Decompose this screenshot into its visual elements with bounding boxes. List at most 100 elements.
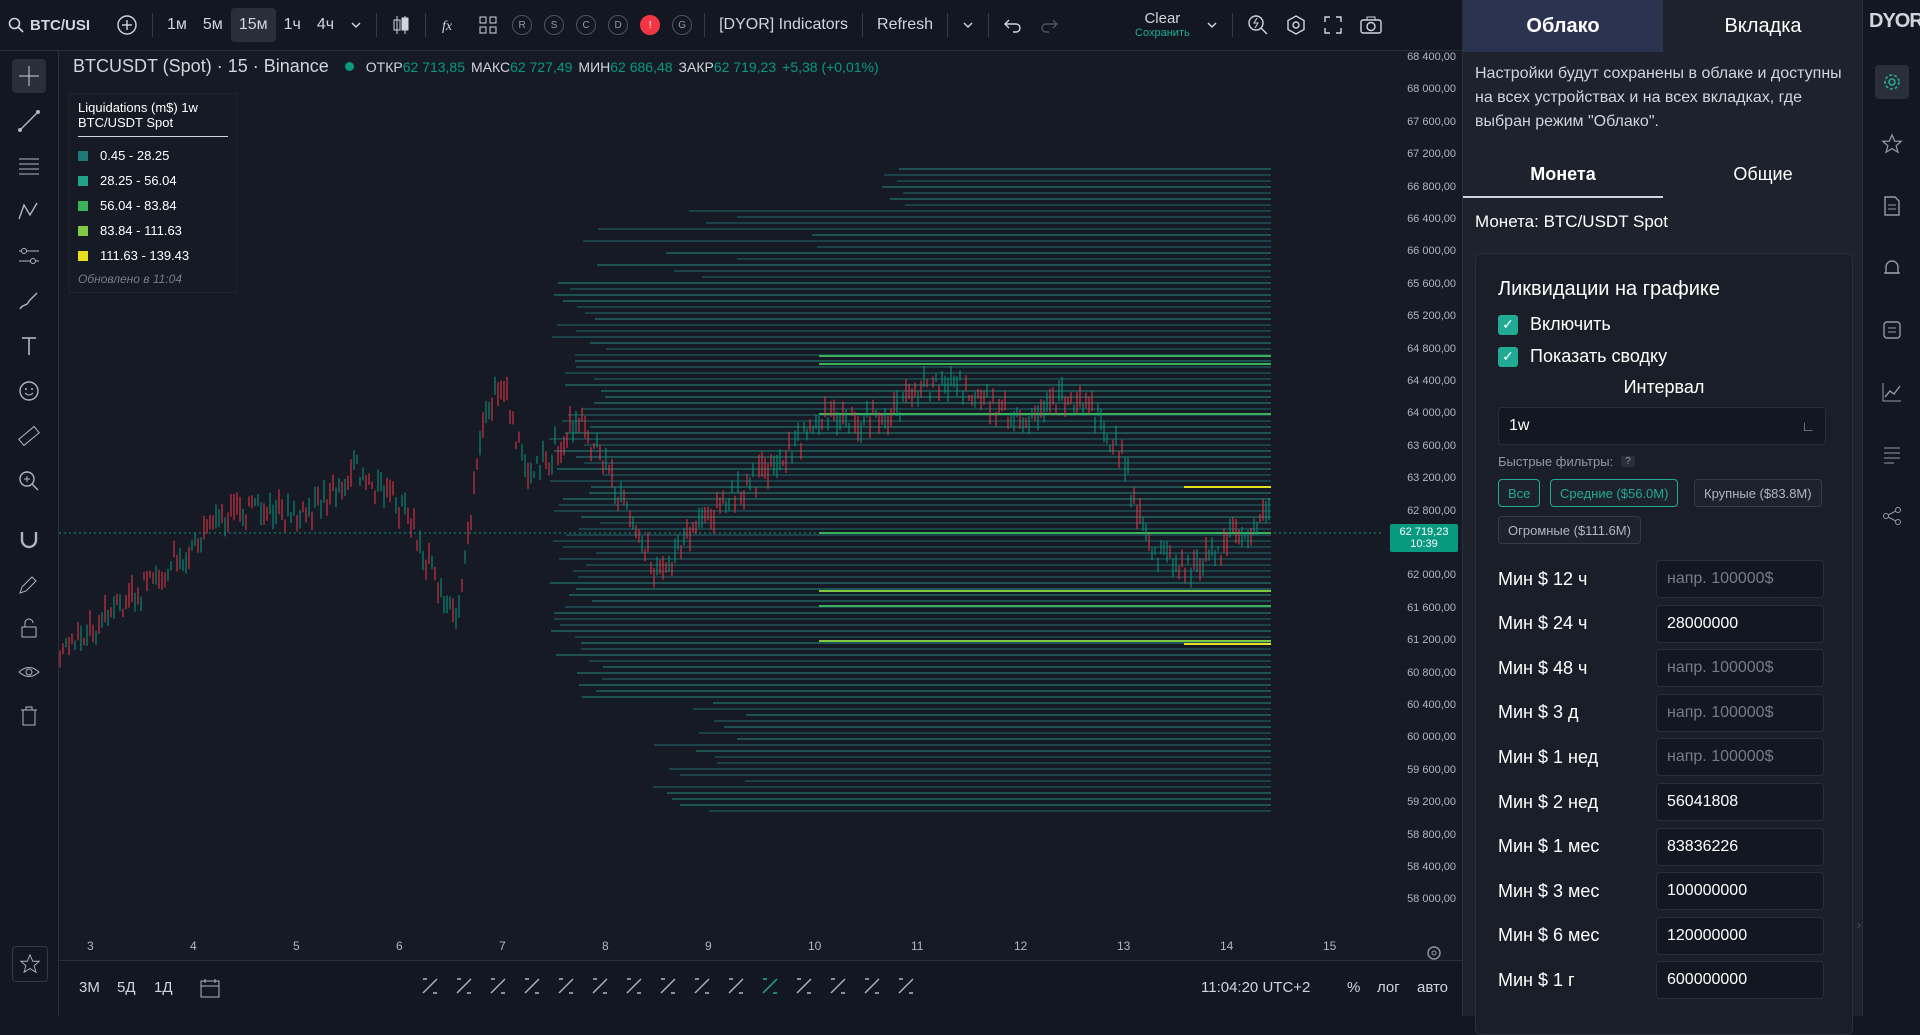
cursor-icon[interactable] — [419, 975, 441, 997]
fullscreen-button[interactable] — [1315, 8, 1351, 42]
ruler-tool[interactable] — [12, 419, 46, 453]
min-amount-input[interactable] — [1656, 604, 1824, 643]
min-amount-input[interactable] — [1656, 872, 1824, 911]
alerts-button[interactable] — [1875, 251, 1909, 285]
chart-type-button[interactable] — [383, 8, 419, 42]
remove-drawings-tool[interactable] — [12, 699, 46, 733]
crosshair-tool[interactable] — [12, 59, 46, 93]
zoom-tool[interactable] — [12, 464, 46, 498]
pattern-tool[interactable] — [12, 194, 46, 228]
fib-icon[interactable] — [691, 975, 713, 997]
auto-toggle[interactable]: авто — [1417, 979, 1448, 996]
rectangle-icon[interactable] — [521, 975, 543, 997]
trendline-tool[interactable] — [12, 104, 46, 138]
chart-pane[interactable]: BTCUSDT (Spot) · 15 · Binance ОТКР 62 71… — [59, 51, 1462, 1016]
time-axis[interactable]: 3 4 5 6 7 8 9 10 11 12 13 14 15 — [59, 931, 1462, 961]
lock-drawing-tool[interactable] — [12, 567, 46, 601]
watchlist-button[interactable] — [1875, 127, 1909, 161]
interval-dropdown[interactable] — [342, 8, 370, 42]
min-amount-input[interactable] — [1656, 961, 1824, 1000]
interval-1m[interactable]: 1м — [159, 8, 195, 42]
show-summary-checkbox[interactable]: ✓ Показать сводку — [1498, 346, 1667, 367]
fib-tool[interactable] — [12, 149, 46, 183]
indicators-fx-button[interactable]: fx — [432, 8, 470, 42]
undo-button[interactable] — [995, 8, 1031, 42]
notes-button[interactable] — [1875, 189, 1909, 223]
interval-select[interactable]: 1w ∟ — [1498, 407, 1826, 445]
tab-local[interactable]: Вкладка — [1663, 0, 1863, 52]
help-icon[interactable]: ? — [1621, 456, 1635, 467]
data-window-button[interactable] — [1875, 313, 1909, 347]
badge-alert[interactable]: ! — [640, 15, 661, 35]
range-3m[interactable]: 3М — [79, 979, 100, 996]
templates-button[interactable] — [470, 8, 506, 42]
clock[interactable]: 11:04:20 UTC+2 — [1201, 979, 1310, 996]
tab-general[interactable]: Общие — [1663, 152, 1863, 196]
screenshot-button[interactable] — [1351, 8, 1391, 42]
quick-search-button[interactable] — [1239, 8, 1277, 42]
tab-cloud[interactable]: Облако — [1463, 0, 1663, 52]
layout-save-button[interactable]: Clear Сохранить — [1127, 8, 1198, 42]
min-amount-input[interactable] — [1656, 916, 1824, 955]
interval-1h[interactable]: 1ч — [276, 8, 309, 42]
filter-large[interactable]: Крупные ($83.8M) — [1694, 479, 1822, 507]
more-dropdown[interactable] — [954, 8, 982, 42]
text-icon[interactable] — [827, 975, 849, 997]
chart-stats-button[interactable] — [1875, 375, 1909, 409]
refresh-button[interactable]: Refresh — [869, 8, 941, 42]
badge-r[interactable]: R — [512, 15, 533, 35]
trendline-icon[interactable] — [555, 975, 577, 997]
magnet-tool[interactable] — [12, 523, 46, 557]
chart-canvas[interactable] — [59, 51, 1462, 961]
min-amount-input[interactable] — [1656, 560, 1824, 598]
price-range-icon[interactable] — [861, 975, 883, 997]
min-amount-input[interactable] — [1656, 827, 1824, 866]
percent-toggle[interactable]: % — [1347, 979, 1360, 996]
brush-icon[interactable] — [589, 975, 611, 997]
min-amount-input[interactable] — [1656, 649, 1824, 688]
range-1d[interactable]: 1Д — [154, 979, 173, 996]
settings-button[interactable] — [1277, 8, 1315, 42]
filter-medium[interactable]: Средние ($56.0M) — [1550, 479, 1679, 507]
measure-icon[interactable] — [793, 975, 815, 997]
badge-s[interactable]: S — [544, 15, 565, 35]
enable-checkbox[interactable]: ✓ Включить — [1498, 314, 1611, 335]
ruler-icon[interactable] — [895, 975, 917, 997]
log-toggle[interactable]: лог — [1377, 979, 1400, 996]
vertical-line-icon[interactable] — [487, 975, 509, 997]
lock-all-tool[interactable] — [12, 611, 46, 645]
collapse-panel-button[interactable]: › — [1857, 918, 1861, 932]
filter-all[interactable]: Все — [1498, 479, 1541, 507]
share-button[interactable] — [1875, 499, 1909, 533]
hide-drawings-tool[interactable] — [12, 655, 46, 689]
filter-huge[interactable]: Огромные ($111.6M) — [1498, 516, 1641, 544]
parallel-channel-icon[interactable] — [657, 975, 679, 997]
min-amount-input[interactable] — [1656, 783, 1824, 821]
arrow-icon[interactable] — [623, 975, 645, 997]
badge-d[interactable]: D — [608, 15, 629, 35]
min-amount-input[interactable] — [1656, 738, 1824, 777]
range-5d[interactable]: 5Д — [117, 979, 136, 996]
interval-5m[interactable]: 5м — [195, 8, 231, 42]
price-axis[interactable]: 68 400,00 68 000,00 67 600,00 67 200,00 66 8… — [1382, 51, 1462, 931]
favorites-tool[interactable] — [12, 946, 48, 982]
interval-15m[interactable]: 15м — [230, 8, 276, 42]
news-button[interactable] — [1875, 437, 1909, 471]
forecast-tool[interactable] — [12, 239, 46, 273]
long-position-icon[interactable] — [725, 975, 747, 997]
tab-coin[interactable]: Монета — [1463, 152, 1663, 198]
badge-g[interactable]: G — [672, 15, 693, 35]
text-tool[interactable] — [12, 329, 46, 363]
dyor-logo[interactable]: DYOR — [1869, 10, 1920, 33]
crosshair-icon[interactable] — [759, 975, 781, 997]
min-amount-input[interactable] — [1656, 693, 1824, 732]
layout-dropdown[interactable] — [1198, 8, 1226, 42]
dyor-indicators-button[interactable]: [DYOR] Indicators — [711, 8, 856, 42]
add-symbol-button[interactable] — [108, 8, 146, 42]
settings-sidebar-button[interactable] — [1875, 65, 1909, 99]
redo-button[interactable] — [1031, 8, 1067, 42]
emoji-tool[interactable] — [12, 374, 46, 408]
symbol-search[interactable]: BTC/USI — [0, 8, 108, 42]
goto-date-button[interactable] — [199, 977, 221, 1004]
interval-4h[interactable]: 4ч — [309, 8, 342, 42]
